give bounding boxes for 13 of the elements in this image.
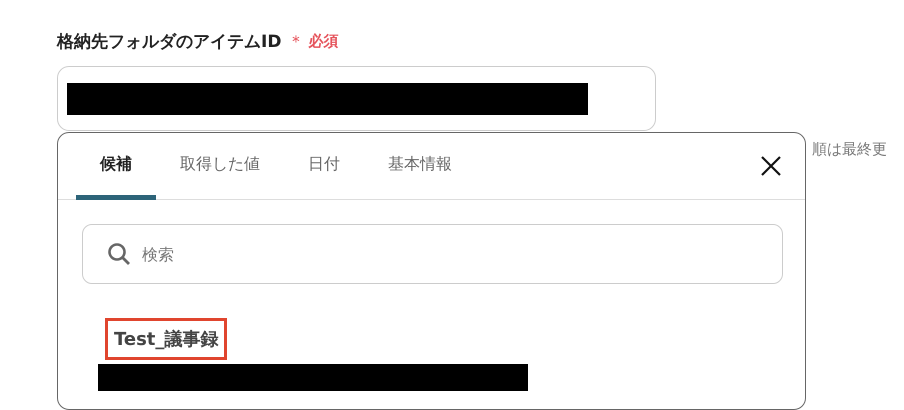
tab[interactable]: 基本情報 [364,133,476,200]
close-icon[interactable] [759,154,783,178]
list-item[interactable]: Test_議事録 [105,318,228,360]
search-field[interactable]: 検索 [82,224,783,284]
tab[interactable]: 取得した値 [156,133,284,200]
tab[interactable]: 日付 [284,133,364,200]
hint-text: 順は最終更 [812,140,887,159]
required-mark: ＊ [287,30,304,52]
input-field[interactable] [57,66,656,131]
required-label: 必須 [308,32,338,50]
search-icon [107,242,131,266]
tab[interactable]: 候補 [76,133,156,200]
field-label: 格納先フォルダのアイテムID [57,30,282,52]
